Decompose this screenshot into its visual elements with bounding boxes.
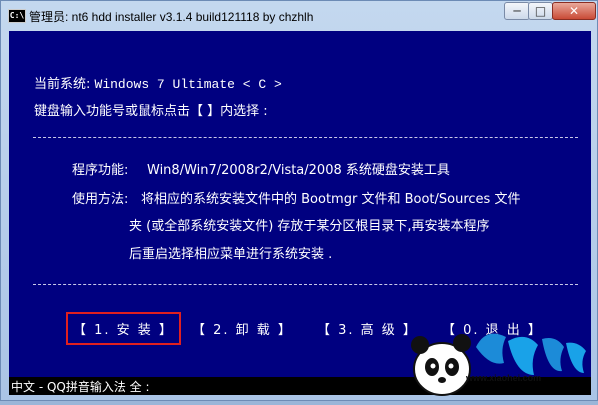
watermark-domain: www.xiaohei.com <box>466 373 542 383</box>
watermark-logo: www.xiaohei.com <box>404 317 594 401</box>
maximize-button[interactable]: □ <box>528 2 553 20</box>
top-divider <box>33 137 578 138</box>
window-title: 管理员: nt6 hdd installer v3.1.4 build12111… <box>29 10 314 24</box>
feature-label: 程序功能: <box>72 163 129 178</box>
uninstall-button[interactable]: 【 2. 卸 载 】 <box>192 319 293 338</box>
ime-status-text: 中文 - QQ拼音输入法 全 : <box>11 380 150 394</box>
usage-label: 使用方法: <box>72 192 129 207</box>
bottom-divider <box>33 284 578 285</box>
title-bar[interactable]: C:\ 管理员: nt6 hdd installer v3.1.4 build1… <box>1 1 597 31</box>
cmd-icon[interactable]: C:\ <box>8 9 26 23</box>
usage-line-3: 后重启选择相应菜单进行系统安装 . <box>129 247 333 262</box>
close-button[interactable]: ✕ <box>552 2 596 20</box>
usage-line-1: 将相应的系统安装文件中的 Bootmgr 文件和 Boot/Sources 文件 <box>141 192 521 207</box>
minimize-button[interactable]: ─ <box>504 2 530 20</box>
selection-prompt: 键盘输入功能号或鼠标点击【 】内选择 : <box>34 104 268 119</box>
install-button[interactable]: 【 1. 安 装 】 <box>66 312 181 345</box>
advanced-button[interactable]: 【 3. 高 级 】 <box>317 319 418 338</box>
usage-line-2: 夹 (或全部系统安装文件) 存放于某分区根目录下,再安装本程序 <box>129 219 490 234</box>
current-system-value: Windows 7 Ultimate < C > <box>94 77 282 92</box>
current-system-line: 当前系统: Windows 7 Ultimate < C > <box>34 73 282 92</box>
feature-value: Win8/Win7/2008r2/Vista/2008 系统硬盘安装工具 <box>147 163 450 178</box>
current-system-label: 当前系统: <box>34 77 95 92</box>
panda-mascot-icon <box>411 333 586 396</box>
console-window: C:\ 管理员: nt6 hdd installer v3.1.4 build1… <box>0 0 598 401</box>
